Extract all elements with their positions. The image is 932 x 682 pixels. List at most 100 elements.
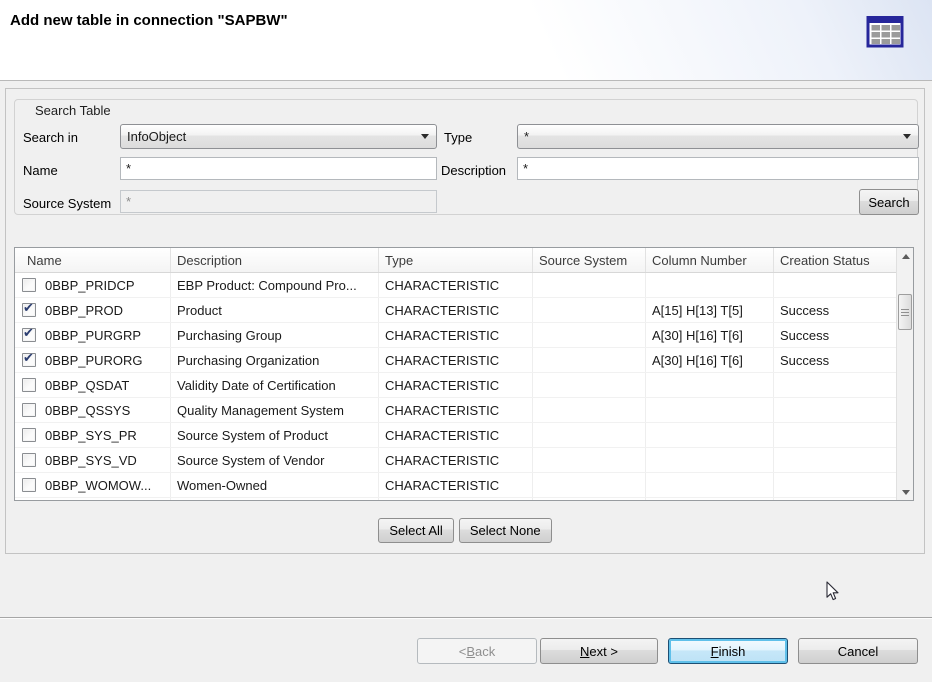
row-column-number: A[30] H[16] T[6] bbox=[646, 323, 774, 347]
row-checkbox[interactable]: ✔ bbox=[22, 428, 36, 442]
name-input[interactable] bbox=[120, 157, 437, 180]
column-header-column-number[interactable]: Column Number bbox=[646, 248, 774, 272]
row-source-system bbox=[533, 323, 646, 347]
row-type: CHARACTERISTIC bbox=[379, 473, 533, 497]
row-creation-status bbox=[774, 423, 898, 447]
row-checkbox[interactable]: ✔ bbox=[22, 303, 36, 317]
wizard-button-bar: < Back Next > Finish Cancel bbox=[0, 638, 932, 664]
scrollbar-thumb[interactable] bbox=[898, 294, 912, 330]
column-header-source-system[interactable]: Source System bbox=[533, 248, 646, 272]
table-row[interactable]: ✔ 0BBP_PRIDCP EBP Product: Compound Pro..… bbox=[15, 273, 913, 298]
row-description: Product bbox=[171, 298, 379, 322]
column-header-creation-status[interactable]: Creation Status bbox=[774, 248, 898, 272]
row-column-number bbox=[646, 448, 774, 472]
row-description: Source System of Vendor bbox=[171, 448, 379, 472]
description-label: Description bbox=[441, 163, 506, 178]
table-row[interactable]: ✔ 0BBP_PROD Product CHARACTERISTIC A[15] … bbox=[15, 298, 913, 323]
row-column-number bbox=[646, 423, 774, 447]
row-name: 0BBP_PURGRP bbox=[45, 328, 141, 343]
footer-divider-highlight bbox=[0, 618, 932, 619]
row-checkbox[interactable]: ✔ bbox=[22, 478, 36, 492]
search-button[interactable]: Search bbox=[859, 189, 919, 215]
row-type: CHARACTERISTIC bbox=[379, 348, 533, 372]
triangle-up-icon bbox=[902, 254, 910, 259]
row-checkbox[interactable]: ✔ bbox=[22, 278, 36, 292]
row-column-number bbox=[646, 273, 774, 297]
table-row[interactable]: ✔0BBP_PURGRP Purchasing Group CHARACTERI… bbox=[15, 323, 913, 348]
table-row[interactable]: ✔0BBP_QSSYS Quality Management System CH… bbox=[15, 398, 913, 423]
row-name: 0BBP_PROD bbox=[45, 303, 123, 318]
row-source-system bbox=[533, 448, 646, 472]
column-header-name[interactable]: Name bbox=[15, 248, 171, 272]
type-combobox[interactable]: * bbox=[517, 124, 919, 149]
back-label-post: ack bbox=[475, 644, 495, 659]
table-row[interactable]: ✔0BBP_PURORG Purchasing Organization CHA… bbox=[15, 348, 913, 373]
results-table: Name Description Type Source System Colu… bbox=[14, 247, 914, 501]
row-description: Validity Date of Certification bbox=[171, 373, 379, 397]
row-description: Women-Owned bbox=[171, 473, 379, 497]
row-description: Source System of Product bbox=[171, 423, 379, 447]
selection-buttons-row: Select All Select None bbox=[6, 517, 924, 543]
next-button[interactable]: Next > bbox=[540, 638, 658, 664]
table-header-row: Name Description Type Source System Colu… bbox=[15, 248, 913, 273]
check-icon: ✔ bbox=[23, 326, 34, 340]
table-row[interactable]: ✔0BBP_SYS_PR Source System of Product CH… bbox=[15, 423, 913, 448]
select-all-button[interactable]: Select All bbox=[378, 518, 453, 543]
column-header-description[interactable]: Description bbox=[171, 248, 379, 272]
row-source-system bbox=[533, 373, 646, 397]
row-creation-status: Success bbox=[774, 323, 898, 347]
scroll-down-button[interactable] bbox=[898, 484, 913, 500]
dialog-header: Add new table in connection "SAPBW" bbox=[0, 0, 932, 81]
finish-button[interactable]: Finish bbox=[668, 638, 788, 664]
row-checkbox[interactable]: ✔ bbox=[22, 378, 36, 392]
search-in-combobox[interactable]: InfoObject bbox=[120, 124, 437, 149]
vertical-scrollbar[interactable] bbox=[896, 248, 913, 500]
row-column-number bbox=[646, 398, 774, 422]
row-type: CHARACTERISTIC bbox=[379, 398, 533, 422]
row-column-number: A[30] H[16] T[6] bbox=[646, 348, 774, 372]
row-creation-status bbox=[774, 398, 898, 422]
row-name: 0BBP_PRIDCP bbox=[45, 278, 135, 293]
row-creation-status: Success bbox=[774, 298, 898, 322]
row-checkbox[interactable]: ✔ bbox=[22, 353, 36, 367]
scroll-up-button[interactable] bbox=[898, 248, 913, 264]
row-description: Purchasing Organization bbox=[171, 348, 379, 372]
search-in-label: Search in bbox=[23, 130, 78, 145]
row-checkbox[interactable]: ✔ bbox=[22, 328, 36, 342]
table-row-partial[interactable] bbox=[15, 498, 913, 501]
row-source-system bbox=[533, 423, 646, 447]
row-name: 0BBP_SYS_PR bbox=[45, 428, 137, 443]
description-input[interactable] bbox=[517, 157, 919, 180]
row-checkbox[interactable]: ✔ bbox=[22, 403, 36, 417]
row-type: CHARACTERISTIC bbox=[379, 273, 533, 297]
triangle-down-icon bbox=[902, 490, 910, 495]
table-row[interactable]: ✔ 0BBP_SYS_VD Source System of Vendor CHA… bbox=[15, 448, 913, 473]
source-system-input bbox=[120, 190, 437, 213]
row-creation-status bbox=[774, 448, 898, 472]
table-row[interactable]: ✔0BBP_QSDAT Validity Date of Certificati… bbox=[15, 373, 913, 398]
row-type: CHARACTERISTIC bbox=[379, 298, 533, 322]
column-header-type[interactable]: Type bbox=[379, 248, 533, 272]
row-name: 0BBP_SYS_VD bbox=[45, 453, 137, 468]
chevron-down-icon bbox=[421, 134, 429, 139]
row-checkbox[interactable]: ✔ bbox=[22, 453, 36, 467]
cancel-button[interactable]: Cancel bbox=[798, 638, 918, 664]
row-name: 0BBP_QSSYS bbox=[45, 403, 130, 418]
content-panel: Search Table Search in InfoObject Type *… bbox=[5, 88, 925, 554]
search-table-group-label: Search Table bbox=[31, 103, 115, 118]
mouse-cursor bbox=[826, 581, 839, 601]
row-source-system bbox=[533, 298, 646, 322]
finish-label-post: inish bbox=[719, 644, 746, 659]
grip-icon bbox=[901, 309, 909, 316]
row-source-system bbox=[533, 473, 646, 497]
next-label-key: N bbox=[580, 644, 589, 659]
back-button: < Back bbox=[417, 638, 537, 664]
row-type: CHARACTERISTIC bbox=[379, 448, 533, 472]
table-row[interactable]: ✔0BBP_WOMOW... Women-Owned CHARACTERISTI… bbox=[15, 473, 913, 498]
check-icon: ✔ bbox=[23, 301, 34, 315]
row-source-system bbox=[533, 273, 646, 297]
row-column-number bbox=[646, 373, 774, 397]
select-none-button[interactable]: Select None bbox=[459, 518, 552, 543]
row-column-number: A[15] H[13] T[5] bbox=[646, 298, 774, 322]
row-description: EBP Product: Compound Pro... bbox=[171, 273, 379, 297]
